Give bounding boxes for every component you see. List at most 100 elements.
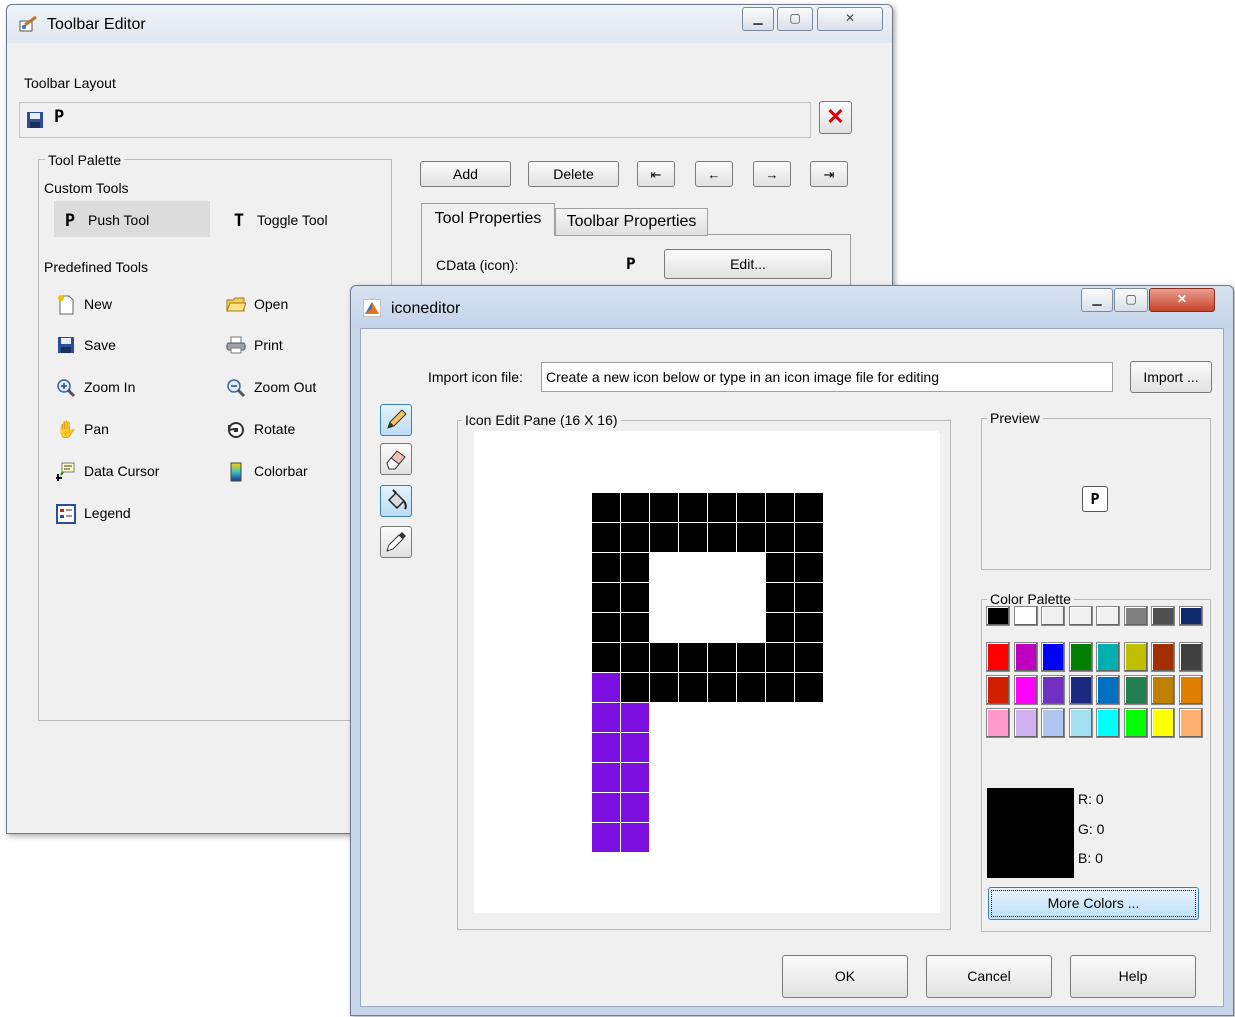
pixel-cell[interactable] bbox=[679, 583, 708, 613]
pixel-cell[interactable] bbox=[824, 493, 853, 523]
tool-print[interactable]: Print bbox=[226, 333, 283, 357]
pixel-cell[interactable] bbox=[795, 643, 824, 673]
palette-swatch[interactable] bbox=[1068, 708, 1093, 738]
palette-swatch[interactable] bbox=[1013, 606, 1038, 626]
pixel-cell[interactable] bbox=[911, 673, 940, 703]
pixel-cell[interactable] bbox=[650, 643, 679, 673]
palette-swatch[interactable] bbox=[1013, 675, 1038, 705]
pixel-cell[interactable] bbox=[882, 553, 911, 583]
pixel-cell[interactable] bbox=[737, 763, 766, 793]
pixel-cell[interactable] bbox=[650, 433, 679, 463]
pixel-cell[interactable] bbox=[853, 463, 882, 493]
pixel-cell[interactable] bbox=[505, 793, 534, 823]
pixel-cell[interactable] bbox=[708, 823, 737, 853]
pixel-cell[interactable] bbox=[563, 553, 592, 583]
pixel-cell[interactable] bbox=[853, 763, 882, 793]
pixel-cell[interactable] bbox=[853, 613, 882, 643]
pixel-cell[interactable] bbox=[621, 883, 650, 913]
pixel-cell[interactable] bbox=[476, 853, 505, 883]
pixel-cell[interactable] bbox=[824, 883, 853, 913]
pixel-cell[interactable] bbox=[476, 583, 505, 613]
pixel-cell[interactable] bbox=[708, 883, 737, 913]
close-button[interactable]: ✕ bbox=[1149, 288, 1215, 312]
pixel-cell[interactable] bbox=[621, 463, 650, 493]
pixel-cell[interactable] bbox=[650, 823, 679, 853]
pixel-cell[interactable] bbox=[679, 883, 708, 913]
pixel-cell[interactable] bbox=[882, 613, 911, 643]
pixel-cell[interactable] bbox=[824, 433, 853, 463]
pixel-cell[interactable] bbox=[592, 793, 621, 823]
pixel-cell[interactable] bbox=[737, 463, 766, 493]
pixel-cell[interactable] bbox=[476, 463, 505, 493]
pixel-cell[interactable] bbox=[766, 433, 795, 463]
pixel-cell[interactable] bbox=[882, 823, 911, 853]
pixel-cell[interactable] bbox=[737, 673, 766, 703]
pixel-cell[interactable] bbox=[708, 643, 737, 673]
pixel-cell[interactable] bbox=[679, 673, 708, 703]
pixel-cell[interactable] bbox=[882, 883, 911, 913]
pixel-cell[interactable] bbox=[621, 823, 650, 853]
pixel-cell[interactable] bbox=[824, 763, 853, 793]
pixel-cell[interactable] bbox=[853, 673, 882, 703]
pixel-cell[interactable] bbox=[766, 703, 795, 733]
pixel-cell[interactable] bbox=[795, 853, 824, 883]
pixel-cell[interactable] bbox=[679, 433, 708, 463]
pixel-cell[interactable] bbox=[505, 883, 534, 913]
pixel-cell[interactable] bbox=[882, 793, 911, 823]
pixel-cell[interactable] bbox=[795, 703, 824, 733]
pixel-cell[interactable] bbox=[534, 703, 563, 733]
pixel-cell[interactable] bbox=[737, 523, 766, 553]
pixel-cell[interactable] bbox=[766, 763, 795, 793]
pixel-cell[interactable] bbox=[853, 733, 882, 763]
pixel-cell[interactable] bbox=[708, 793, 737, 823]
palette-swatch[interactable] bbox=[1096, 708, 1120, 738]
pixel-cell[interactable] bbox=[795, 793, 824, 823]
pixel-cell[interactable] bbox=[679, 613, 708, 643]
pixel-cell[interactable] bbox=[679, 733, 708, 763]
tool-zoom-out[interactable]: Zoom Out bbox=[226, 375, 316, 399]
pixel-cell[interactable] bbox=[650, 733, 679, 763]
pixel-cell[interactable] bbox=[708, 583, 737, 613]
pixel-cell[interactable] bbox=[911, 433, 940, 463]
ok-button[interactable]: OK bbox=[782, 955, 908, 998]
pixel-cell[interactable] bbox=[824, 853, 853, 883]
pixel-cell[interactable] bbox=[563, 703, 592, 733]
palette-swatch[interactable] bbox=[1178, 642, 1203, 672]
pixel-cell[interactable] bbox=[795, 613, 824, 643]
pixel-grid[interactable] bbox=[474, 431, 940, 913]
pixel-cell[interactable] bbox=[563, 763, 592, 793]
pixel-cell[interactable] bbox=[650, 793, 679, 823]
pixel-cell[interactable] bbox=[650, 553, 679, 583]
tool-pan[interactable]: ✋ Pan bbox=[56, 417, 109, 441]
pixel-cell[interactable] bbox=[534, 493, 563, 523]
pixel-cell[interactable] bbox=[534, 673, 563, 703]
pixel-cell[interactable] bbox=[679, 463, 708, 493]
palette-swatch[interactable] bbox=[986, 708, 1010, 738]
pixel-cell[interactable] bbox=[621, 763, 650, 793]
pixel-cell[interactable] bbox=[563, 463, 592, 493]
palette-swatch[interactable] bbox=[1096, 606, 1120, 626]
move-left-button[interactable]: ← bbox=[695, 161, 733, 187]
pixel-cell[interactable] bbox=[708, 613, 737, 643]
pixel-cell[interactable] bbox=[882, 673, 911, 703]
eyedropper-tool-button[interactable] bbox=[380, 526, 412, 558]
pixel-cell[interactable] bbox=[505, 853, 534, 883]
pixel-cell[interactable] bbox=[679, 703, 708, 733]
pixel-cell[interactable] bbox=[679, 553, 708, 583]
pencil-tool-button[interactable] bbox=[380, 404, 412, 436]
pixel-cell[interactable] bbox=[650, 853, 679, 883]
pixel-cell[interactable] bbox=[882, 643, 911, 673]
palette-swatch[interactable] bbox=[1151, 708, 1175, 738]
pixel-cell[interactable] bbox=[766, 553, 795, 583]
pixel-cell[interactable] bbox=[650, 583, 679, 613]
pixel-cell[interactable] bbox=[795, 433, 824, 463]
pixel-cell[interactable] bbox=[911, 643, 940, 673]
pixel-cell[interactable] bbox=[708, 733, 737, 763]
tool-open[interactable]: Open bbox=[226, 292, 288, 316]
pixel-cell[interactable] bbox=[795, 673, 824, 703]
pixel-cell[interactable] bbox=[853, 793, 882, 823]
pixel-cell[interactable] bbox=[621, 703, 650, 733]
pixel-cell[interactable] bbox=[505, 733, 534, 763]
pixel-cell[interactable] bbox=[534, 463, 563, 493]
pixel-cell[interactable] bbox=[621, 523, 650, 553]
